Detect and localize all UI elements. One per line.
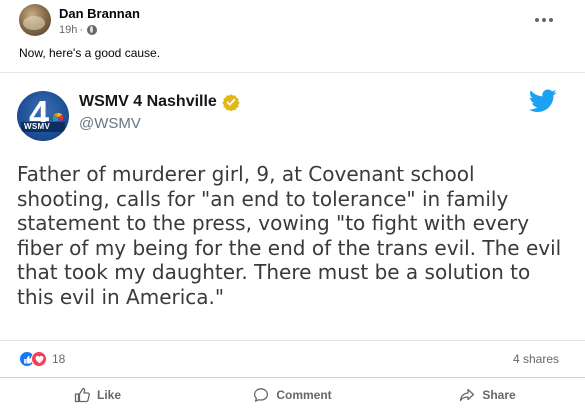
comment-icon xyxy=(254,388,269,402)
more-dot xyxy=(542,18,546,22)
peacock-icon xyxy=(53,113,63,121)
avatar[interactable] xyxy=(19,4,51,36)
share-label: Share xyxy=(482,388,516,402)
author-name[interactable]: Dan Brannan xyxy=(59,6,140,21)
share-icon xyxy=(460,388,475,402)
tweet-text: Father of murderer girl, 9, at Covenant … xyxy=(17,162,562,309)
tweet-account-name: WSMV 4 Nashville xyxy=(79,93,240,111)
post-stats: 18 4 shares xyxy=(0,340,585,376)
reactions-summary[interactable]: 18 xyxy=(19,351,65,367)
wsmv-logo: 4 WSMV xyxy=(17,91,69,141)
like-button[interactable]: Like xyxy=(0,378,195,412)
post-header: Dan Brannan 19h · xyxy=(0,0,585,40)
heart-glyph-icon xyxy=(35,355,43,363)
post-meta: 19h · xyxy=(59,24,98,36)
account-name: WSMV 4 Nashville xyxy=(79,93,217,110)
like-label: Like xyxy=(96,388,121,402)
verified-badge-icon xyxy=(222,94,240,111)
love-reaction-icon xyxy=(31,351,47,367)
share-button[interactable]: Share xyxy=(390,378,585,412)
reaction-count: 18 xyxy=(52,352,66,366)
twitter-bird-icon xyxy=(529,89,557,112)
more-options-button[interactable] xyxy=(532,10,556,30)
globe-icon xyxy=(87,25,98,35)
post-time[interactable]: 19h xyxy=(59,24,77,36)
post-text: Now, here's a good cause. xyxy=(19,46,161,60)
comment-button[interactable]: Comment xyxy=(195,378,390,412)
action-bar: Like Comment Share xyxy=(0,377,585,412)
comment-label: Comment xyxy=(276,388,332,402)
logo-band-label: WSMV xyxy=(24,122,51,131)
more-dot xyxy=(549,18,553,22)
thumbs-up-icon xyxy=(74,387,90,403)
shares-count[interactable]: 4 shares xyxy=(513,352,559,366)
more-options-icon xyxy=(535,18,539,22)
meta-separator: · xyxy=(79,24,84,36)
tweet-handle: @WSMV xyxy=(79,115,141,132)
